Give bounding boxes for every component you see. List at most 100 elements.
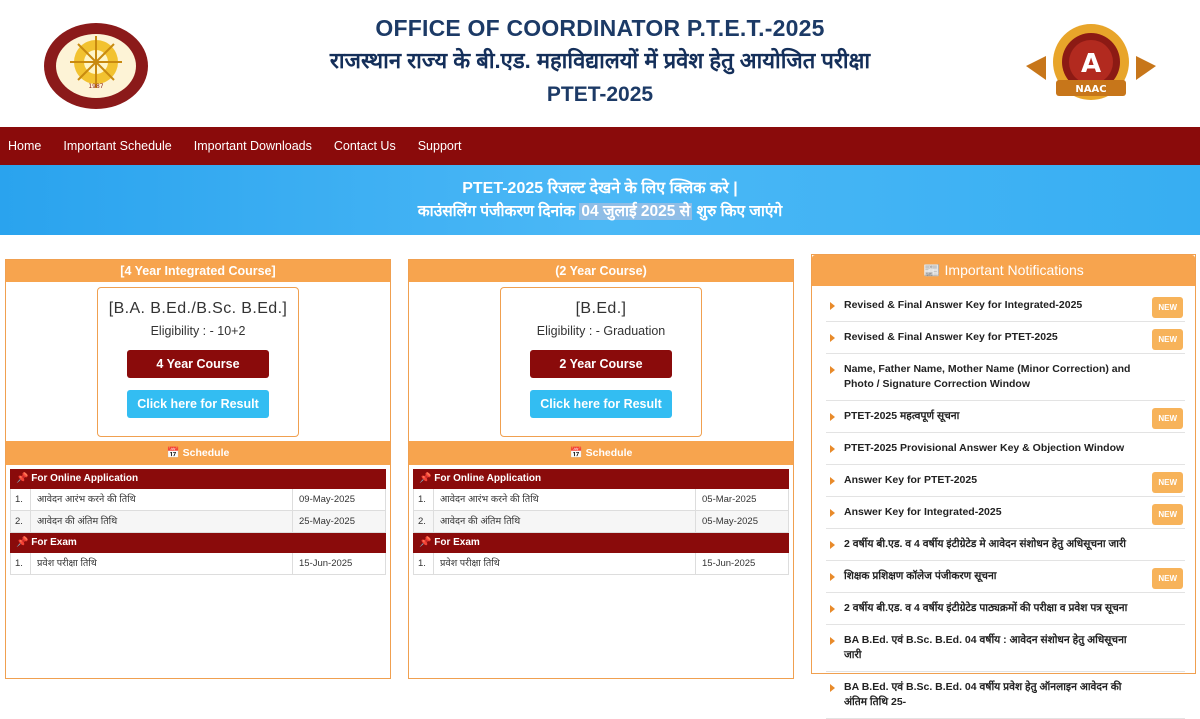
arrow-right-icon [830, 573, 835, 581]
arrow-right-icon [830, 605, 835, 613]
notifications-panel: 📰 Important Notifications Revised & Fina… [811, 254, 1196, 719]
header-title-block: OFFICE OF COORDINATOR P.T.E.T.-2025 राजस… [300, 12, 900, 112]
row-number: 2. [414, 511, 434, 532]
nav-important-downloads[interactable]: Important Downloads [194, 139, 312, 153]
result-button-4-year[interactable]: Click here for Result [127, 390, 269, 418]
notification-text: शिक्षक प्रशिक्षण कॉलेज पंजीकरण सूचना [844, 570, 997, 582]
row-date: 15-Jun-2025 [702, 558, 756, 569]
row-label: आवेदन की अंतिम तिथि [31, 511, 293, 532]
calendar-icon: 📅 [166, 447, 180, 459]
pin-icon: 📌 [419, 537, 432, 548]
exam-header: 📌 For Exam [413, 533, 789, 553]
schedule-title: Schedule [182, 447, 230, 459]
banner-result-link[interactable]: PTET-2025 रिजल्ट देखने के लिए क्लिक करे … [0, 165, 1200, 200]
main-nav: Home Important Schedule Important Downlo… [0, 127, 1200, 165]
site-header: 1987 OFFICE OF COORDINATOR P.T.E.T.-2025… [0, 0, 1200, 127]
notification-text: 2 वर्षीय बी.एड. व 4 वर्षीय इंटीग्रेटेड म… [844, 538, 1127, 550]
course-eligibility: Eligibility : - 10+2 [150, 324, 246, 338]
group-title: For Online Application [31, 473, 139, 484]
course-card: [B.A. B.Ed./B.Sc. B.Ed.] Eligibility : -… [97, 287, 299, 437]
pin-icon: 📌 [419, 473, 432, 484]
naac-logo: A NAAC [1026, 22, 1156, 107]
row-number: 1. [414, 553, 434, 574]
nav-contact-us[interactable]: Contact Us [334, 139, 396, 153]
online-application-header: 📌 For Online Application [413, 469, 789, 489]
new-badge: NEW [1152, 504, 1183, 525]
university-logo[interactable]: 1987 [42, 22, 150, 110]
banner-counselling-text: काउंसलिंग पंजीकरण दिनांक 04 जुलाई 2025 स… [0, 200, 1200, 224]
notification-item[interactable]: PTET-2025 Provisional Answer Key & Objec… [826, 433, 1185, 465]
panel-title: (2 Year Course) [409, 260, 793, 282]
notification-item[interactable]: Answer Key for PTET-2025 NEW [826, 465, 1185, 497]
schedule-header: 📅 Schedule [6, 441, 390, 465]
notification-text: Answer Key for Integrated-2025 [844, 506, 1002, 518]
notification-item[interactable]: 2 वर्षीय बी.एड. व 4 वर्षीय इंटीग्रेटेड म… [826, 529, 1185, 561]
row-date: 15-Jun-2025 [299, 558, 353, 569]
row-date: 05-May-2025 [702, 516, 758, 527]
arrow-right-icon [830, 413, 835, 421]
result-button-2-year[interactable]: Click here for Result [530, 390, 672, 418]
row-number: 1. [11, 489, 31, 510]
page-subtitle-exam: PTET-2025 [546, 83, 654, 106]
arrow-right-icon [830, 477, 835, 485]
notification-text: 2 वर्षीय बी.एड. व 4 वर्षीय इंटीग्रेटेड प… [844, 602, 1128, 614]
table-row: 1. आवेदन आरंभ करने की तिथि 05-Mar-2025 [413, 489, 789, 511]
table-row: 2. आवेदन की अंतिम तिथि 05-May-2025 [413, 511, 789, 533]
group-title: For Exam [31, 537, 77, 548]
course-name: [B.Ed.] [575, 300, 627, 317]
banner-line2-post: शुरु किए जाएंगे [692, 203, 783, 220]
course-name: [B.A. B.Ed./B.Sc. B.Ed.] [108, 300, 288, 317]
new-badge: NEW [1152, 408, 1183, 429]
notification-text: PTET-2025 Provisional Answer Key & Objec… [844, 442, 1125, 454]
logo-year: 1987 [88, 83, 103, 90]
nav-home[interactable]: Home [8, 139, 41, 153]
row-number: 2. [11, 511, 31, 532]
table-row: 2. आवेदन की अंतिम तिथि 25-May-2025 [10, 511, 386, 533]
nav-important-schedule[interactable]: Important Schedule [63, 139, 171, 153]
notification-item[interactable]: PTET-2025 महत्वपूर्ण सूचना NEW [826, 401, 1185, 433]
new-badge: NEW [1152, 568, 1183, 589]
notification-item[interactable]: Answer Key for Integrated-2025 NEW [826, 497, 1185, 529]
arrow-right-icon [830, 334, 835, 342]
naac-grade: A [1081, 49, 1101, 79]
course-panel-4-year: [4 Year Integrated Course] [B.A. B.Ed./B… [5, 259, 391, 679]
course-eligibility: Eligibility : - Graduation [536, 324, 666, 338]
panel-title: [4 Year Integrated Course] [6, 260, 390, 282]
two-year-course-button[interactable]: 2 Year Course [530, 350, 672, 378]
notification-text: Answer Key for PTET-2025 [844, 474, 978, 486]
page-title: OFFICE OF COORDINATOR P.T.E.T.-2025 [375, 15, 825, 41]
table-row: 1. आवेदन आरंभ करने की तिथि 09-May-2025 [10, 489, 386, 511]
schedule-header: 📅 Schedule [409, 441, 793, 465]
notification-item[interactable]: 2 वर्षीय बी.एड. व 4 वर्षीय इंटीग्रेटेड प… [826, 593, 1185, 625]
newspaper-icon: 📰 [923, 262, 941, 278]
result-banner[interactable]: PTET-2025 रिजल्ट देखने के लिए क्लिक करे … [0, 165, 1200, 235]
schedule-table: 📌 For Online Application 1. आवेदन आरंभ क… [10, 469, 386, 575]
page-subtitle-hindi: राजस्थान राज्य के बी.एड. महाविद्यालयों म… [329, 48, 871, 73]
row-date: 09-May-2025 [299, 494, 355, 505]
arrow-right-icon [830, 445, 835, 453]
row-label: आवेदन आरंभ करने की तिथि [434, 489, 696, 510]
notification-item[interactable]: BA B.Ed. एवं B.Sc. B.Ed. 04 वर्षीय प्रवे… [826, 672, 1185, 719]
row-number: 1. [414, 489, 434, 510]
row-label: आवेदन की अंतिम तिथि [434, 511, 696, 532]
course-card: [B.Ed.] Eligibility : - Graduation 2 Yea… [500, 287, 702, 437]
notification-text: Name, Father Name, Mother Name (Minor Co… [844, 363, 1131, 390]
notification-text: BA B.Ed. एवं B.Sc. B.Ed. 04 वर्षीय : आवे… [844, 634, 1127, 661]
row-number: 1. [11, 553, 31, 574]
notification-item[interactable]: शिक्षक प्रशिक्षण कॉलेज पंजीकरण सूचना NEW [826, 561, 1185, 593]
row-date: 25-May-2025 [299, 516, 355, 527]
notification-item[interactable]: Revised & Final Answer Key for PTET-2025… [826, 322, 1185, 354]
nav-support[interactable]: Support [418, 139, 462, 153]
four-year-course-button[interactable]: 4 Year Course [127, 350, 269, 378]
notification-item[interactable]: Revised & Final Answer Key for Integrate… [826, 290, 1185, 322]
table-row: 1. प्रवेश परीक्षा तिथि 15-Jun-2025 [413, 553, 789, 575]
notification-item[interactable]: BA B.Ed. एवं B.Sc. B.Ed. 04 वर्षीय : आवे… [826, 625, 1185, 672]
notification-item[interactable]: Name, Father Name, Mother Name (Minor Co… [826, 354, 1185, 401]
arrow-right-icon [830, 541, 835, 549]
online-application-header: 📌 For Online Application [10, 469, 386, 489]
arrow-right-icon [830, 637, 835, 645]
notification-text: PTET-2025 महत्वपूर्ण सूचना [844, 410, 960, 422]
notification-text: Revised & Final Answer Key for PTET-2025 [844, 331, 1058, 343]
banner-line2-pre: काउंसलिंग पंजीकरण दिनांक [417, 203, 580, 220]
new-badge: NEW [1152, 297, 1183, 318]
